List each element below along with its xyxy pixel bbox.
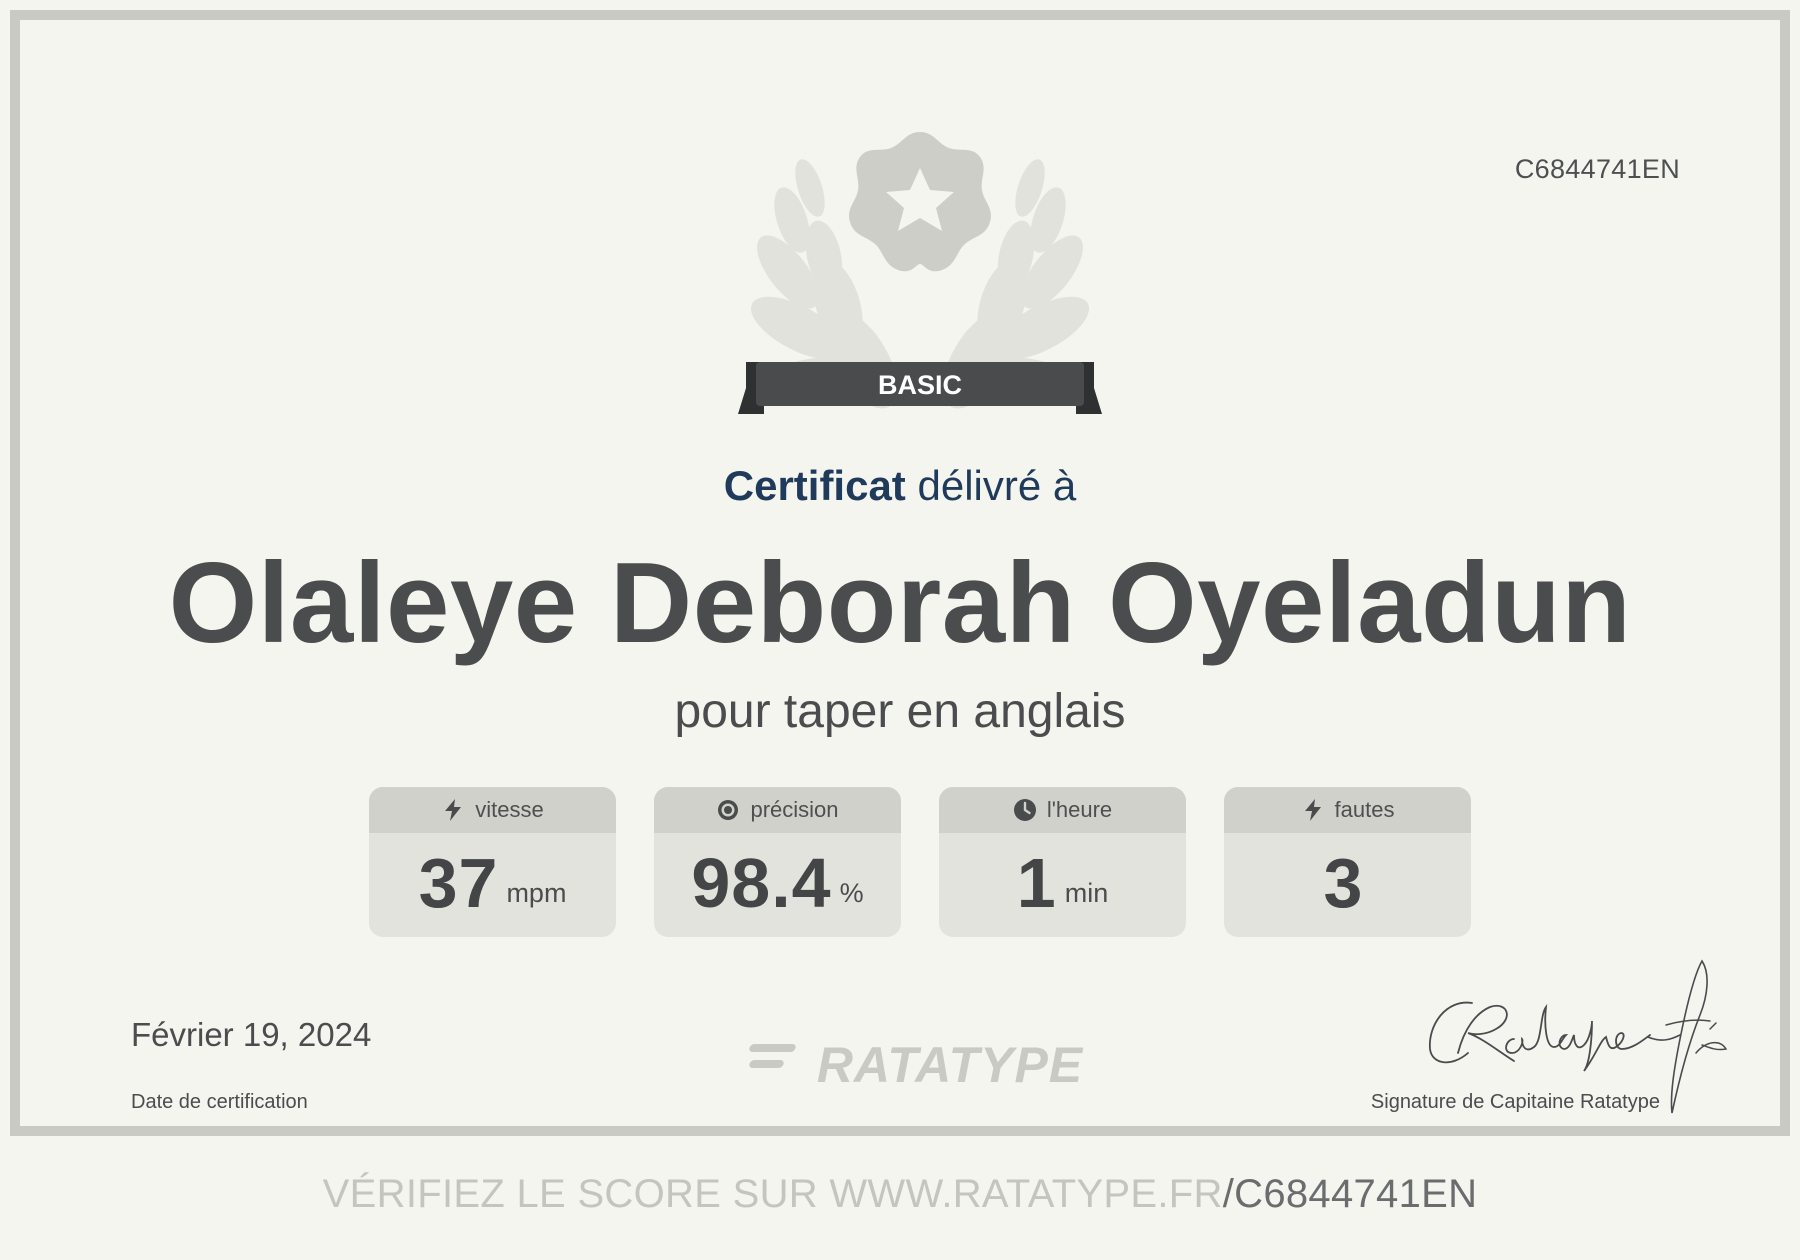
award-badge: BASIC: [738, 132, 1102, 414]
stat-value: 3: [1323, 844, 1364, 922]
certification-date-label: Date de certification: [131, 1091, 308, 1113]
brand-wordmark: RATATYPE: [817, 1038, 1084, 1086]
certificate-subtitle: pour taper en anglais: [674, 685, 1126, 738]
clock-icon: [1013, 799, 1036, 821]
verify-prefix: VÉRIFIEZ LE SCORE SUR WWW.RATATYPE.FR: [322, 1172, 1223, 1216]
heading-strong: Certificat: [723, 462, 906, 509]
brand-mark-icon: [749, 1044, 796, 1068]
stat-label: fautes: [1334, 797, 1395, 822]
stat-accuracy: précision 98.4 %: [654, 787, 901, 937]
stat-unit: min: [1064, 878, 1109, 908]
ratatype-logo: RATATYPE: [749, 1038, 1084, 1086]
certification-date: Février 19, 2024: [131, 1016, 372, 1053]
bolt-icon: [445, 799, 462, 821]
stat-value: 98.4: [691, 844, 832, 922]
stat-body: 37 mpm: [369, 833, 616, 937]
stat-body: 1 min: [939, 833, 1186, 937]
stat-value: 37: [418, 844, 499, 922]
stat-header: précision: [654, 787, 901, 833]
certificate-id: C6844741EN: [1514, 154, 1680, 184]
certificate-frame: C6844741EN BASIC Certificat délivré à Ol…: [10, 10, 1790, 1136]
heading-rest: délivré à: [917, 462, 1077, 509]
stat-value: 1: [1016, 844, 1057, 922]
verify-code: /C6844741EN: [1222, 1172, 1478, 1216]
certificate-heading: Certificat délivré à: [20, 462, 1780, 510]
level-label: BASIC: [878, 370, 962, 400]
stat-label: l'heure: [1046, 797, 1113, 822]
stat-body: 3: [1224, 833, 1471, 937]
stat-body: 98.4 %: [654, 833, 901, 937]
target-icon: [718, 800, 739, 820]
stat-unit: mpm: [506, 878, 567, 908]
signature-label: Signature de Capitaine Ratatype: [1370, 1091, 1660, 1113]
stat-header: vitesse: [369, 787, 616, 833]
stats-row: vitesse 37 mpm précision 98.4 % l'heure: [369, 787, 1471, 939]
rosette-icon: [849, 132, 991, 272]
stat-header: fautes: [1224, 787, 1471, 833]
stat-speed: vitesse 37 mpm: [369, 787, 616, 937]
bolt-icon: [1304, 799, 1321, 821]
stat-mistakes: fautes 3: [1224, 787, 1471, 937]
recipient-name: Olaleye Deborah Oyeladun: [168, 540, 1632, 667]
stat-label: précision: [750, 797, 839, 822]
stat-unit: %: [839, 878, 864, 908]
stat-time: l'heure 1 min: [939, 787, 1186, 937]
stat-label: vitesse: [475, 797, 544, 822]
stat-header: l'heure: [939, 787, 1186, 833]
verify-score-line: VÉRIFIEZ LE SCORE SUR WWW.RATATYPE.FR/C6…: [0, 1172, 1800, 1217]
